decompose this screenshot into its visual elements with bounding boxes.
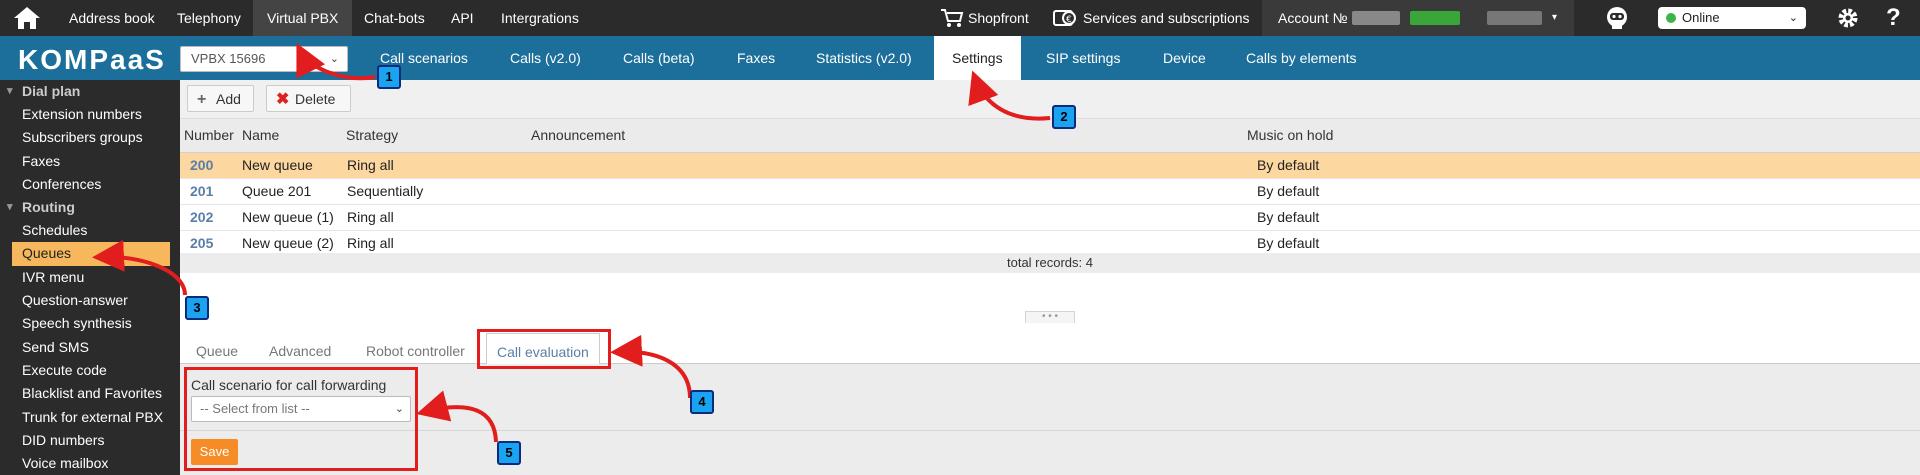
tab-device[interactable]: Device [1145,36,1224,80]
highlight-form [184,367,418,471]
help-icon[interactable]: ? [1886,0,1901,36]
annotation-badge-2: 2 [1052,105,1076,129]
sidebar-item-speech-synthesis[interactable]: Speech synthesis [0,312,180,335]
row-number: 200 [190,157,214,173]
annotation-badge-3: 3 [185,296,209,320]
nav-address-book[interactable]: Address book [55,0,169,36]
nav-integrations[interactable]: Intergrations [487,0,593,36]
services-subscriptions-link[interactable]: Services and subscriptions [1083,0,1250,36]
row-number: 201 [190,183,214,199]
delete-button-label: Delete [295,91,336,107]
tab-sip-settings[interactable]: SIP settings [1028,36,1138,80]
row-strategy: Sequentially [347,183,424,199]
vpbx-select[interactable]: VPBX 15696 ⌄ [180,46,348,72]
add-button-label: Add [216,91,241,107]
sidebar-item-did-numbers[interactable]: DID numbers [0,429,180,452]
nav-virtual-pbx[interactable]: Virtual PBX [253,0,353,36]
divider [180,430,1920,431]
sidebar: Dial plan Extension numbers Subscribers … [0,80,180,475]
table-row[interactable]: 202 New queue (1) Ring all By default [180,205,1920,231]
sidebar-item-voice-mailbox[interactable]: Voice mailbox [0,452,180,475]
status-select[interactable]: Online ⌄ [1658,7,1806,29]
row-name: New queue (1) [242,209,334,225]
sidebar-group-routing[interactable]: Routing [0,196,180,219]
account-caret-icon: ▾ [1552,12,1558,23]
add-button[interactable]: + Add [187,85,254,112]
table-row[interactable]: 201 Queue 201 Sequentially By default [180,179,1920,205]
column-header-number[interactable]: Number [184,119,234,152]
nav-telephony[interactable]: Telephony [163,0,255,36]
column-header-strategy[interactable]: Strategy [346,119,398,152]
sidebar-item-execute-code[interactable]: Execute code [0,359,180,382]
tab-advanced[interactable]: Advanced [259,333,341,363]
row-number: 202 [190,209,214,225]
call-evaluation-panel [180,364,1920,475]
delete-button[interactable]: ✖ Delete [266,85,351,112]
sidebar-item-blacklist-favorites[interactable]: Blacklist and Favorites [0,382,180,405]
tab-calls-by-elements[interactable]: Calls by elements [1228,36,1375,80]
gear-icon[interactable] [1836,6,1860,30]
tab-statistics-v2[interactable]: Statistics (v2.0) [798,36,930,80]
account-label: Account № [1278,10,1348,26]
row-music: By default [1257,157,1320,173]
wallet-icon: € [1053,10,1076,26]
row-strategy: Ring all [347,209,394,225]
vpbx-select-value: VPBX 15696 [191,51,266,66]
tab-queue[interactable]: Queue [186,333,248,363]
row-name: Queue 201 [242,183,312,199]
tab-faxes[interactable]: Faxes [719,36,793,80]
sidebar-item-send-sms[interactable]: Send SMS [0,336,180,359]
sidebar-item-extension-numbers[interactable]: Extension numbers [0,103,180,126]
highlight-call-evaluation [477,329,611,369]
queues-table: Number Name Strategy Announcement Music … [180,119,1920,257]
close-icon: ✖ [276,91,290,108]
home-icon[interactable] [12,6,42,30]
sidebar-item-faxes[interactable]: Faxes [0,150,180,173]
balance-redacted [1410,11,1460,25]
chevron-down-icon: ⌄ [1788,12,1798,24]
shopfront-link[interactable]: Shopfront [968,0,1029,36]
nav-chat-bots[interactable]: Chat-bots [350,0,439,36]
annotation-badge-1: 1 [377,65,401,89]
column-header-announcement[interactable]: Announcement [531,119,625,152]
account-number-redacted [1352,11,1400,25]
row-music: By default [1257,209,1320,225]
annotation-badge-5: 5 [497,441,521,465]
sidebar-item-question-answer[interactable]: Question-answer [0,289,180,312]
annotation-badge-4: 4 [690,390,714,414]
table-row[interactable]: 200 New queue Ring all By default [180,153,1920,179]
nav-api[interactable]: API [437,0,488,36]
plus-icon: + [197,91,207,108]
sidebar-item-schedules[interactable]: Schedules [0,219,180,242]
sidebar-item-conferences[interactable]: Conferences [0,173,180,196]
chevron-down-icon: ⌄ [329,53,339,65]
online-status-icon [1666,13,1676,23]
sidebar-item-trunk-external-pbx[interactable]: Trunk for external PBX [0,406,180,429]
row-music: By default [1257,183,1320,199]
tab-settings[interactable]: Settings [934,36,1021,80]
column-header-name[interactable]: Name [242,119,279,152]
robot-icon[interactable] [1604,6,1630,30]
column-header-music-on-hold[interactable]: Music on hold [1247,119,1333,152]
sidebar-item-ivr-menu[interactable]: IVR menu [0,266,180,289]
tab-calls-v2[interactable]: Calls (v2.0) [492,36,599,80]
sidebar-item-queues[interactable]: Queues [12,242,170,266]
grid-toolbar: + Add ✖ Delete [180,80,1920,119]
account-section[interactable]: Account № ▾ [1262,0,1574,36]
top-navigation-bar: Address book Telephony Virtual PBX Chat-… [0,0,1920,36]
cart-icon [941,9,964,27]
sidebar-item-subscribers-groups[interactable]: Subscribers groups [0,126,180,149]
status-value: Online [1682,10,1720,25]
user-name-redacted [1487,11,1542,25]
total-records: total records: 4 [180,253,1920,273]
table-header: Number Name Strategy Announcement Music … [180,119,1920,153]
row-name: New queue [242,157,313,173]
tab-robot-controller[interactable]: Robot controller [356,333,475,363]
tab-calls-beta[interactable]: Calls (beta) [605,36,713,80]
svg-text:€: € [1066,15,1072,25]
sidebar-group-dial-plan[interactable]: Dial plan [0,80,180,103]
row-strategy: Ring all [347,157,394,173]
kompaas-logo: KOMPaaS [18,44,166,75]
